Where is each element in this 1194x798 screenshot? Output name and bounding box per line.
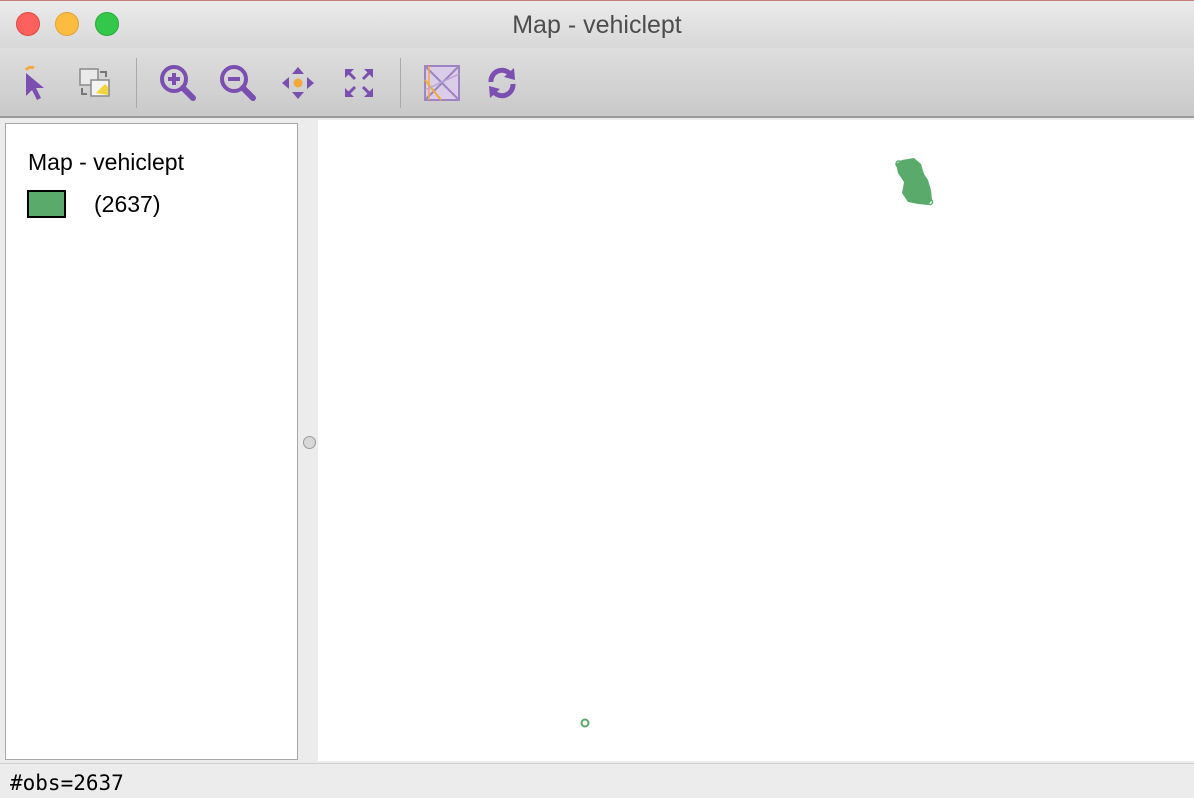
toolbar [0, 48, 1194, 118]
legend-swatch[interactable] [27, 190, 66, 218]
copy-image-icon [79, 68, 110, 97]
window-title: Map - vehiclept [512, 11, 682, 39]
splitter-handle[interactable] [303, 436, 316, 449]
map-canvas[interactable] [318, 120, 1194, 761]
pan-arrows-icon [282, 67, 314, 99]
select-tool-button[interactable] [12, 60, 58, 106]
legend-title: Map - vehiclept [28, 149, 184, 175]
pane-splitter[interactable] [298, 118, 318, 762]
zoom-in-icon [160, 65, 196, 101]
legend-category-label: (2637) [94, 191, 161, 217]
refresh-icon [488, 67, 516, 99]
pan-button[interactable] [275, 60, 321, 106]
toolbar-separator [136, 58, 137, 108]
status-bar: #obs=2637 [0, 763, 1194, 798]
legend-pane: Map - vehiclept (2637) [5, 123, 298, 760]
full-extent-icon [345, 69, 373, 97]
isolated-point[interactable] [580, 718, 590, 728]
toolbar-separator [400, 58, 401, 108]
title-bar: Map - vehiclept [0, 0, 1194, 48]
basemap-icon [424, 65, 460, 101]
map-svg [580, 158, 934, 728]
status-obs-count: #obs=2637 [10, 771, 124, 795]
refresh-button[interactable] [479, 60, 525, 106]
full-extent-button[interactable] [336, 60, 382, 106]
point-cluster[interactable] [895, 158, 934, 206]
copy-map-button[interactable] [72, 60, 118, 106]
zoom-in-button[interactable] [155, 60, 201, 106]
pointer-arrow-icon [24, 65, 44, 100]
zoom-out-button[interactable] [215, 60, 261, 106]
basemap-button[interactable] [419, 60, 465, 106]
zoom-out-icon [220, 65, 256, 101]
